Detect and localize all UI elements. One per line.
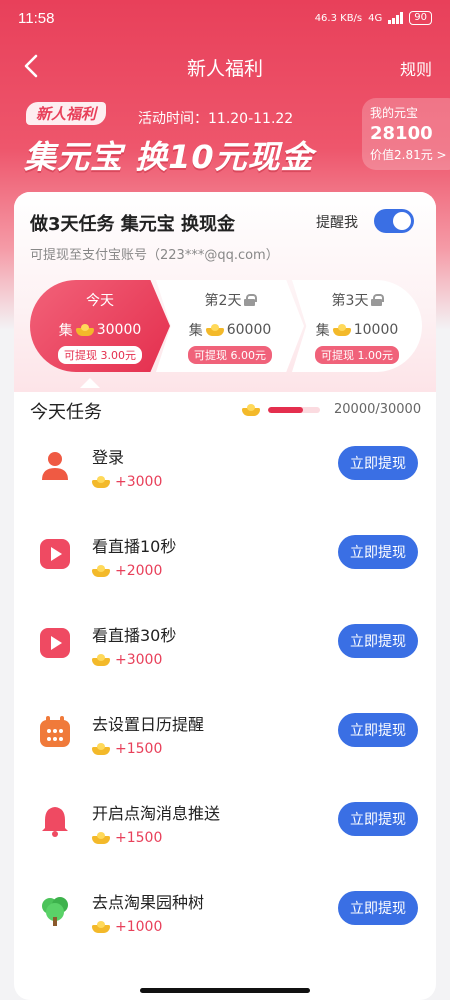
task-reward: +3000 — [92, 474, 162, 490]
status-bar: 11:58 46.3 KB/s 4G 90 — [0, 0, 450, 36]
task-name: 看直播30秒 — [92, 626, 177, 645]
task-reward-value: +1500 — [115, 830, 163, 846]
banner-headline: 集元宝 换10元现金 — [24, 138, 314, 176]
ingot-icon — [92, 654, 110, 666]
withdraw-now-button[interactable]: 立即提现 — [338, 535, 418, 569]
ingot-icon — [92, 565, 110, 577]
task-name: 去设置日历提醒 — [92, 715, 205, 734]
ingot-icon — [92, 832, 110, 844]
tasks-title: 今天任务 — [30, 402, 102, 423]
toggle-knob — [393, 212, 411, 230]
task-row: 看直播10秒 +2000 立即提现 — [14, 521, 436, 609]
task-reward-value: +3000 — [115, 652, 163, 668]
task-row: 登录 +3000 立即提现 — [14, 432, 436, 520]
bell-icon — [38, 804, 72, 838]
nav-bar: 新人福利 规则 — [0, 44, 450, 88]
day-name: 第3天 — [331, 293, 369, 309]
newcomer-tag: 新人福利 — [26, 102, 107, 125]
calendar-icon — [38, 715, 72, 749]
day-amount: 集 10000 — [292, 320, 422, 340]
battery-icon: 90 — [409, 11, 432, 25]
ingot-icon — [92, 476, 110, 488]
status-indicators: 46.3 KB/s 4G 90 — [315, 11, 432, 25]
task-reward: +2000 — [92, 563, 162, 579]
task-reward-value: +2000 — [115, 563, 163, 579]
day-prefix: 集 — [315, 323, 330, 339]
tasks-progress: 20000/30000 — [242, 402, 421, 417]
day-name: 第2天 — [204, 293, 242, 309]
task-row: 去点淘果园种树 +1000 立即提现 — [14, 877, 436, 965]
lock-icon — [371, 294, 385, 306]
ingot-icon — [242, 403, 260, 416]
task-reward: +1500 — [92, 830, 162, 846]
ingot-icon — [205, 324, 224, 336]
ingot-icon — [92, 921, 110, 933]
task-reward-value: +1500 — [115, 741, 163, 757]
wallet-amount: 28100 — [370, 123, 433, 144]
task-reward-value: +1000 — [115, 919, 163, 935]
ingot-icon — [75, 324, 94, 336]
day-amount-value: 10000 — [353, 322, 399, 338]
progress-text: 20000/30000 — [334, 402, 422, 417]
day-tab-2[interactable]: 第2天 集 60000 可提现 6.00元 — [156, 280, 304, 372]
card-subtitle: 可提现至支付宝账号（223***@qq.com） — [30, 248, 279, 263]
page-title: 新人福利 — [186, 58, 263, 80]
day-name-row: 第2天 — [156, 290, 304, 310]
day-amount: 集 30000 — [30, 320, 170, 340]
day-tab-1[interactable]: 今天 集 30000 可提现 3.00元 — [30, 280, 170, 372]
status-time: 11:58 — [18, 9, 55, 27]
tree-icon — [38, 893, 72, 927]
person-icon — [38, 448, 72, 482]
task-card: 做3天任务 集元宝 换现金 提醒我 可提现至支付宝账号（223***@qq.co… — [14, 192, 436, 1000]
day-amount-value: 60000 — [226, 322, 272, 338]
task-name: 去点淘果园种树 — [92, 893, 205, 912]
task-reward: +1000 — [92, 919, 162, 935]
withdraw-now-button[interactable]: 立即提现 — [338, 446, 418, 480]
signal-label: 4G — [368, 12, 383, 24]
remind-toggle[interactable] — [374, 209, 414, 233]
day-tab-3[interactable]: 第3天 集 10000 可提现 1.00元 — [292, 280, 422, 372]
withdraw-now-button[interactable]: 立即提现 — [338, 802, 418, 836]
withdraw-now-button[interactable]: 立即提现 — [338, 713, 418, 747]
day-amount: 集 60000 — [156, 320, 304, 340]
withdraw-now-button[interactable]: 立即提现 — [338, 891, 418, 925]
wallet-label: 我的元宝 — [370, 106, 419, 120]
signal-icon — [388, 12, 404, 24]
play-icon — [38, 537, 72, 571]
rules-link[interactable]: 规则 — [400, 56, 432, 80]
withdraw-now-button[interactable]: 立即提现 — [338, 624, 418, 658]
net-speed: 46.3 KB/s — [314, 12, 363, 24]
wallet-value: 价值2.81元 > — [370, 148, 447, 162]
day-prefix: 集 — [188, 323, 203, 339]
day-prefix: 集 — [58, 323, 73, 339]
task-row: 去设置日历提醒 +1500 立即提现 — [14, 699, 436, 787]
task-reward-value: +3000 — [115, 474, 163, 490]
day-withdraw-badge: 可提现 1.00元 — [315, 346, 399, 364]
day-amount-value: 30000 — [96, 322, 142, 338]
task-reward: +3000 — [92, 652, 162, 668]
day-withdraw-badge: 可提现 6.00元 — [188, 346, 272, 364]
activity-time: 活动时间：11.20-11.22 — [138, 111, 294, 127]
progress-bar-fill — [268, 406, 303, 413]
progress-bar — [268, 406, 320, 413]
wallet-box[interactable]: 我的元宝 28100 价值2.81元 > — [362, 98, 450, 170]
task-row: 开启点淘消息推送 +1500 立即提现 — [14, 788, 436, 876]
ingot-icon — [92, 743, 110, 755]
selected-day-pointer — [80, 378, 100, 388]
remind-label: 提醒我 — [316, 215, 358, 231]
day-name: 今天 — [86, 293, 114, 309]
card-title: 做3天任务 集元宝 换现金 — [30, 214, 236, 235]
task-name: 登录 — [92, 448, 125, 467]
ingot-icon — [332, 324, 351, 336]
home-indicator[interactable] — [140, 988, 310, 993]
play-icon — [38, 626, 72, 660]
task-row: 看直播30秒 +3000 立即提现 — [14, 610, 436, 698]
lock-icon — [244, 294, 258, 306]
task-name: 开启点淘消息推送 — [92, 804, 221, 823]
task-name: 看直播10秒 — [92, 537, 177, 556]
day-name-row: 第3天 — [292, 290, 422, 310]
task-reward: +1500 — [92, 741, 162, 757]
day-withdraw-badge: 可提现 3.00元 — [58, 346, 142, 364]
